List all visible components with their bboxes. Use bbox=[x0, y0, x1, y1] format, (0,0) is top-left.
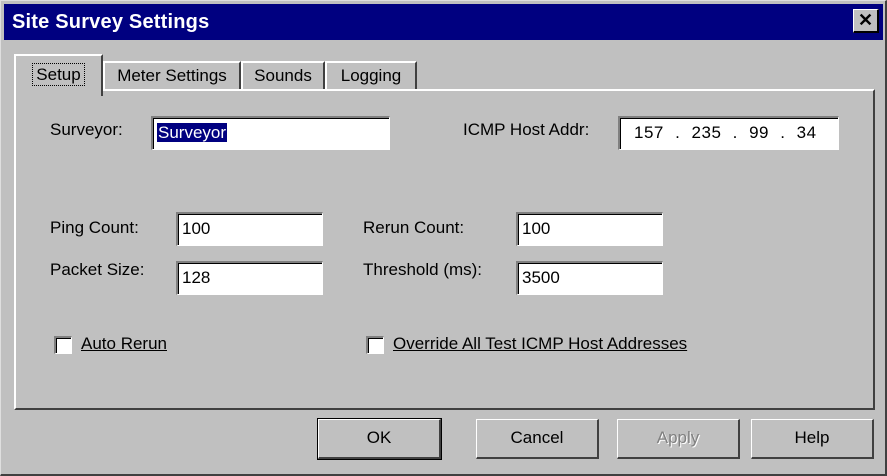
override-icmp-checkbox[interactable] bbox=[366, 336, 384, 354]
icmp-host-addr-value: 157 . 235 . 99 . 34 bbox=[634, 123, 817, 142]
override-icmp-label[interactable]: Override All Test ICMP Host Addresses bbox=[393, 334, 687, 354]
icmp-host-addr-input[interactable]: 157 . 235 . 99 . 34 bbox=[618, 116, 839, 150]
cancel-button[interactable]: Cancel bbox=[476, 419, 599, 459]
close-icon: ✕ bbox=[857, 10, 874, 30]
tab-setup-label: Setup bbox=[32, 63, 85, 86]
window-title: Site Survey Settings bbox=[12, 11, 210, 33]
packet-size-value: 128 bbox=[182, 268, 211, 287]
rerun-count-input[interactable]: 100 bbox=[516, 212, 663, 246]
ok-button[interactable]: OK bbox=[317, 418, 442, 460]
override-icmp-text: Override All Test ICMP Host Addresses bbox=[393, 334, 688, 353]
tab-meter-settings[interactable]: Meter Settings bbox=[103, 61, 241, 91]
tab-setup[interactable]: Setup bbox=[14, 54, 103, 96]
title-bar: Site Survey Settings ✕ bbox=[4, 4, 883, 40]
apply-button[interactable]: Apply bbox=[617, 419, 740, 459]
tab-logging-label: Logging bbox=[340, 66, 402, 85]
tab-sounds[interactable]: Sounds bbox=[241, 61, 325, 91]
rerun-count-label: Rerun Count: bbox=[363, 218, 465, 237]
rerun-count-value: 100 bbox=[522, 219, 551, 238]
setup-panel: Surveyor: Surveyor ICMP Host Addr: 157 .… bbox=[14, 89, 875, 410]
close-button[interactable]: ✕ bbox=[853, 9, 879, 33]
threshold-value: 3500 bbox=[522, 268, 560, 287]
tab-sounds-label: Sounds bbox=[254, 66, 312, 85]
auto-rerun-checkbox[interactable] bbox=[54, 336, 72, 354]
threshold-label: Threshold (ms): bbox=[363, 260, 483, 279]
ping-count-label: Ping Count: bbox=[50, 218, 139, 237]
help-button[interactable]: Help bbox=[751, 419, 874, 459]
auto-rerun-text: Auto Rerun bbox=[81, 334, 167, 353]
ping-count-value: 100 bbox=[182, 219, 211, 238]
surveyor-label: Surveyor: bbox=[50, 120, 123, 139]
tab-logging[interactable]: Logging bbox=[325, 61, 417, 91]
auto-rerun-label[interactable]: Auto Rerun bbox=[81, 334, 167, 354]
icmp-host-addr-label: ICMP Host Addr: bbox=[463, 120, 590, 139]
surveyor-input[interactable]: Surveyor bbox=[151, 116, 390, 150]
packet-size-label: Packet Size: bbox=[50, 260, 145, 279]
ping-count-input[interactable]: 100 bbox=[176, 212, 323, 246]
packet-size-input[interactable]: 128 bbox=[176, 261, 323, 295]
threshold-input[interactable]: 3500 bbox=[516, 261, 663, 295]
site-survey-settings-dialog: Site Survey Settings ✕ Setup Meter Setti… bbox=[0, 0, 887, 476]
tab-meter-settings-label: Meter Settings bbox=[117, 66, 227, 85]
surveyor-value: Surveyor bbox=[157, 123, 228, 142]
